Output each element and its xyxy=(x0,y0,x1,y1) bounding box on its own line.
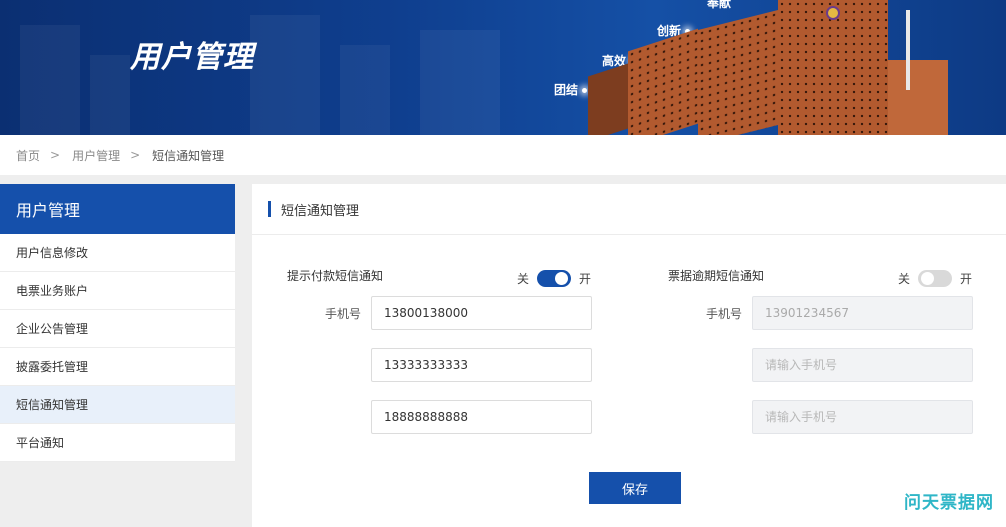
sidebar-item-ebill-account[interactable]: 电票业务账户 xyxy=(0,272,235,310)
slogan-text: 奉献 xyxy=(707,0,732,10)
breadcrumb-home-link[interactable]: 首页 xyxy=(16,147,40,164)
building-image xyxy=(698,10,778,135)
toggle-on-label: 开 xyxy=(579,272,592,286)
toggle-on-label: 开 xyxy=(960,272,973,286)
emblem-icon xyxy=(826,6,840,20)
building-image xyxy=(588,63,628,135)
sidebar: 用户管理 用户信息修改 电票业务账户 企业公告管理 披露委托管理 短信通知管理 … xyxy=(0,184,235,462)
slogan-text: 团结 xyxy=(554,81,588,98)
sidebar-item-announcements[interactable]: 企业公告管理 xyxy=(0,310,235,348)
sidebar-item-disclosure[interactable]: 披露委托管理 xyxy=(0,348,235,386)
save-button[interactable]: 保存 xyxy=(589,472,681,504)
toggle-knob xyxy=(555,272,569,285)
sidebar-header: 用户管理 xyxy=(0,184,235,234)
sidebar-item-platform-notice[interactable]: 平台通知 xyxy=(0,424,235,462)
panel-header: 短信通知管理 xyxy=(252,184,1006,235)
building-image xyxy=(888,60,948,135)
banner-title: 用户管理 xyxy=(130,40,254,75)
breadcrumb-separator: > xyxy=(130,148,141,162)
building-image xyxy=(628,28,698,135)
payment-phone-input-2[interactable] xyxy=(371,348,592,382)
breadcrumb: 首页 > 用户管理 > 短信通知管理 xyxy=(0,135,1006,175)
building-image xyxy=(778,0,888,135)
payment-phone-input-3[interactable] xyxy=(371,400,592,434)
toggle-off-label: 关 xyxy=(898,272,911,286)
phone-label: 手机号 xyxy=(706,307,743,321)
breadcrumb-user-management-link[interactable]: 用户管理 xyxy=(72,147,120,164)
title-accent-bar xyxy=(268,201,271,217)
main-panel: 短信通知管理 提示付款短信通知 关 开 手机号 票据逾期短信通知 关 开 手机号… xyxy=(252,184,1006,527)
overdue-sms-toggle[interactable] xyxy=(918,270,953,287)
watermark-text: 问天票据网 xyxy=(904,493,994,513)
payment-sms-toggle-group: 关 开 xyxy=(517,270,591,287)
payment-phone-input-1[interactable] xyxy=(371,296,592,330)
header-banner: 用户管理 团结 高效 创新 奉献 xyxy=(0,0,1006,135)
overdue-sms-label: 票据逾期短信通知 xyxy=(668,269,765,283)
overdue-phone-input-3[interactable] xyxy=(752,400,973,434)
overdue-phone-input-2[interactable] xyxy=(752,348,973,382)
breadcrumb-current: 短信通知管理 xyxy=(152,148,225,163)
skyline-decoration xyxy=(420,30,500,135)
skyline-decoration xyxy=(340,45,390,135)
skyline-decoration xyxy=(90,55,130,135)
overdue-phone-input-1[interactable] xyxy=(752,296,973,330)
overdue-sms-toggle-group: 关 开 xyxy=(898,270,972,287)
skyline-decoration xyxy=(20,25,80,135)
spire-decoration xyxy=(906,10,910,90)
breadcrumb-separator: > xyxy=(50,148,61,162)
sidebar-item-user-info[interactable]: 用户信息修改 xyxy=(0,234,235,272)
phone-label: 手机号 xyxy=(325,307,362,321)
payment-sms-label: 提示付款短信通知 xyxy=(287,269,384,283)
payment-sms-toggle[interactable] xyxy=(537,270,572,287)
sidebar-item-sms-notification[interactable]: 短信通知管理 xyxy=(0,386,235,424)
skyline-decoration xyxy=(250,15,320,135)
toggle-knob xyxy=(921,272,935,285)
page-title: 短信通知管理 xyxy=(281,203,360,219)
toggle-off-label: 关 xyxy=(517,272,530,286)
